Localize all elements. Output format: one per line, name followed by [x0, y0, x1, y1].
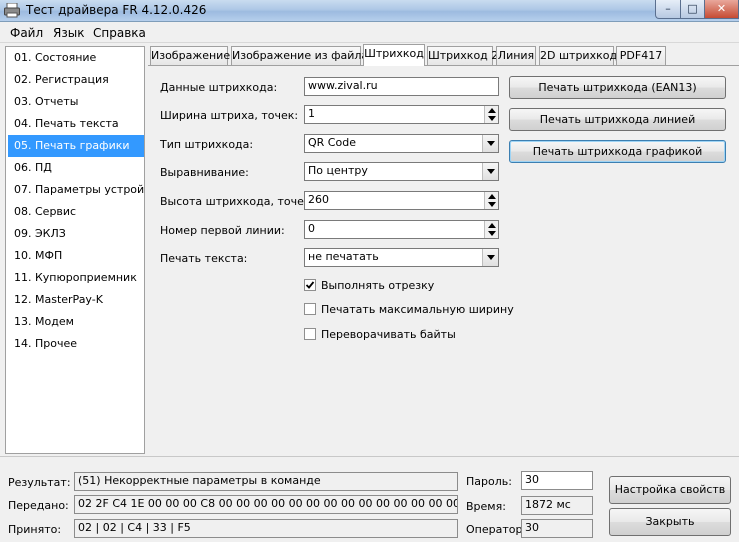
nav-item-reports[interactable]: 03. Отчеты: [8, 91, 144, 113]
nav-item-mfp[interactable]: 10. МФП: [8, 245, 144, 267]
printer-icon: [4, 2, 20, 18]
spin-arrows-icon[interactable]: [484, 192, 498, 209]
result-field[interactable]: (51) Некорректные параметры в команде: [74, 472, 458, 491]
spin-arrows-icon[interactable]: [484, 221, 498, 238]
alignment-select[interactable]: По центру: [304, 162, 499, 181]
alignment-value: По центру: [308, 164, 368, 177]
close-window-button[interactable]: ✕: [704, 0, 739, 19]
settings-button[interactable]: Настройка свойств: [609, 476, 731, 504]
nav-item-registration[interactable]: 02. Регистрация: [8, 69, 144, 91]
print-text-label: Печать текста:: [160, 252, 248, 265]
result-label: Результат:: [8, 476, 71, 489]
title-bar: Тест драйвера FR 4.12.0.426 – □ ✕: [0, 0, 739, 22]
barcode-type-label: Тип штрихкода:: [160, 138, 254, 151]
print-graphic-button[interactable]: Печать штрихкода графикой: [509, 140, 726, 163]
menu-bar: Файл Язык Справка: [0, 23, 739, 43]
nav-item-eklz[interactable]: 09. ЭКЛЗ: [8, 223, 144, 245]
barcode-data-label: Данные штрихкода:: [160, 81, 278, 94]
password-input[interactable]: 30: [521, 471, 593, 490]
barcode-height-stepper[interactable]: 260: [304, 191, 499, 210]
cut-checkbox-label[interactable]: Выполнять отрезку: [321, 279, 434, 292]
tab-image[interactable]: Изображение: [150, 46, 230, 65]
swap-bytes-checkbox[interactable]: [304, 328, 316, 340]
barcode-height-label: Высота штрихкода, точек:: [160, 195, 315, 208]
barcode-height-value: 260: [308, 193, 329, 206]
tab-pdf417[interactable]: PDF417: [616, 46, 666, 65]
nav-item-bill-acceptor[interactable]: 11. Купюроприемник: [8, 267, 144, 289]
chevron-down-icon[interactable]: [482, 163, 498, 180]
menu-file[interactable]: Файл: [10, 26, 43, 40]
tab-2d-barcode[interactable]: 2D штрихкод: [539, 46, 617, 65]
stroke-width-value: 1: [308, 107, 315, 120]
stroke-width-stepper[interactable]: 1: [304, 105, 499, 124]
received-field[interactable]: 02 | 02 | C4 | 33 | F5: [74, 519, 458, 538]
print-line-button[interactable]: Печать штрихкода линией: [509, 108, 726, 131]
minimize-button[interactable]: –: [655, 0, 681, 19]
chevron-down-icon[interactable]: [482, 135, 498, 152]
spin-arrows-icon[interactable]: [484, 106, 498, 123]
alignment-label: Выравнивание:: [160, 166, 249, 179]
menu-language[interactable]: Язык: [53, 26, 84, 40]
nav-item-state[interactable]: 01. Состояние: [8, 47, 144, 69]
stroke-width-label: Ширина штриха, точек:: [160, 109, 299, 122]
nav-item-pd[interactable]: 06. ПД: [8, 157, 144, 179]
barcode-type-value: QR Code: [308, 136, 356, 149]
barcode-data-input[interactable]: www.zival.ru: [304, 77, 499, 96]
section-list: 01. Состояние 02. Регистрация 03. Отчеты…: [5, 46, 145, 454]
print-text-value: не печатать: [308, 250, 379, 263]
nav-item-device-params[interactable]: 07. Параметры устройства: [8, 179, 144, 201]
sent-field[interactable]: 02 2F C4 1E 00 00 00 C8 00 00 00 00 00 0…: [74, 495, 458, 514]
tab-image-from-file[interactable]: Изображение из файла: [231, 46, 368, 65]
chevron-down-icon[interactable]: [482, 249, 498, 266]
first-line-label: Номер первой линии:: [160, 224, 285, 237]
password-label: Пароль:: [466, 475, 512, 488]
maximize-button[interactable]: □: [680, 0, 705, 19]
max-width-checkbox-label[interactable]: Печатать максимальную ширину: [321, 303, 514, 316]
sent-label: Передано:: [8, 499, 69, 512]
barcode-type-select[interactable]: QR Code: [304, 134, 499, 153]
nav-item-print-graphics[interactable]: 05. Печать графики: [8, 135, 144, 157]
first-line-value: 0: [308, 222, 315, 235]
checkmark-icon: [305, 281, 315, 289]
barcode-data-value: www.zival.ru: [308, 79, 378, 92]
operator-label: Оператор:: [466, 523, 527, 536]
tab-line[interactable]: Линия: [496, 46, 536, 65]
nav-item-modem[interactable]: 13. Модем: [8, 311, 144, 333]
nav-item-print-text[interactable]: 04. Печать текста: [8, 113, 144, 135]
time-field: 1872 мс: [521, 496, 593, 515]
nav-item-other[interactable]: 14. Прочее: [8, 333, 144, 355]
print-ean13-button[interactable]: Печать штрихкода (EAN13): [509, 76, 726, 99]
time-label: Время:: [466, 500, 506, 513]
tab-barcode-2[interactable]: Штрихкод 2: [427, 46, 498, 65]
max-width-checkbox[interactable]: [304, 303, 316, 315]
operator-field: 30: [521, 519, 593, 538]
tab-barcode[interactable]: Штрихкод: [363, 44, 425, 66]
print-text-select[interactable]: не печатать: [304, 248, 499, 267]
window-title: Тест драйвера FR 4.12.0.426: [26, 3, 207, 17]
menu-help[interactable]: Справка: [93, 26, 146, 40]
nav-item-masterpay[interactable]: 12. MasterPay-K: [8, 289, 144, 311]
cut-checkbox[interactable]: [304, 279, 316, 291]
nav-item-service[interactable]: 08. Сервис: [8, 201, 144, 223]
close-button[interactable]: Закрыть: [609, 508, 731, 536]
first-line-stepper[interactable]: 0: [304, 220, 499, 239]
received-label: Принято:: [8, 523, 62, 536]
swap-bytes-checkbox-label[interactable]: Переворачивать байты: [321, 328, 456, 341]
